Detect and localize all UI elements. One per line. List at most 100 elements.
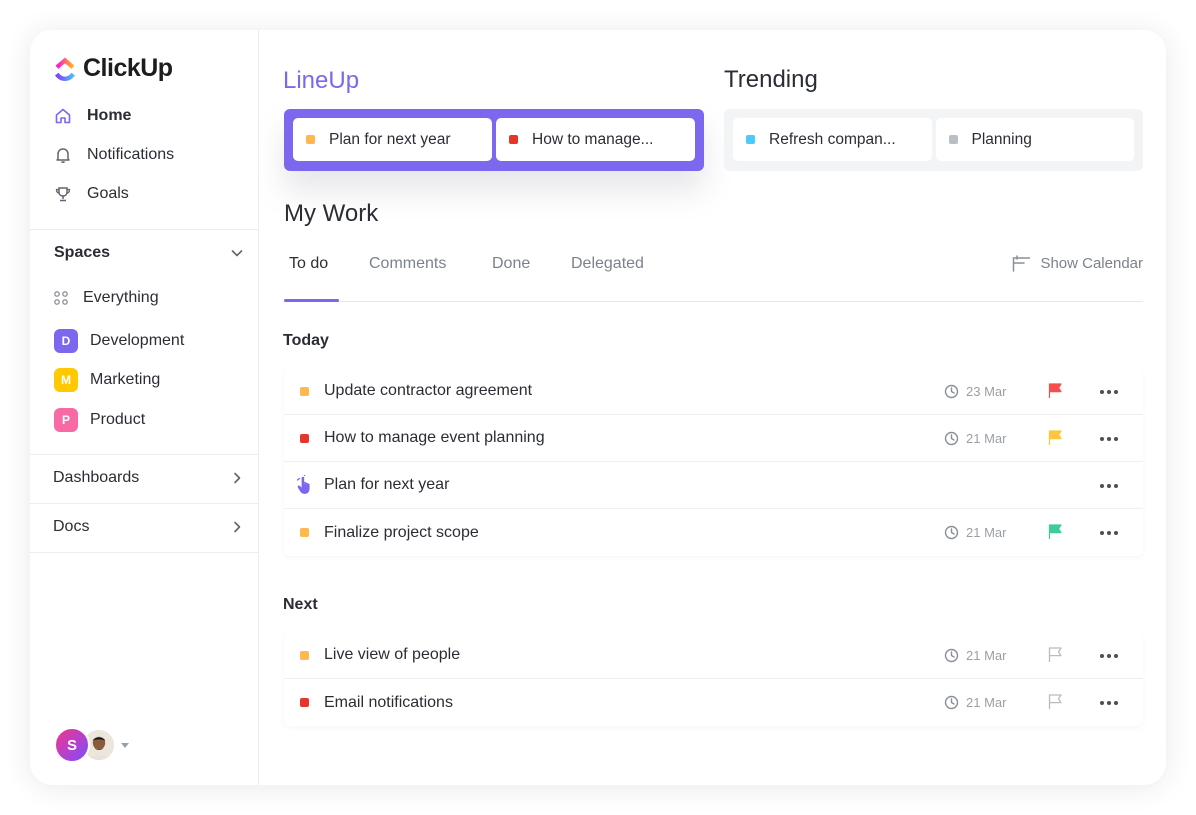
chevron-right-icon (234, 521, 241, 533)
chip-label: Planning (971, 130, 1032, 148)
docs-row[interactable]: Docs (53, 518, 244, 536)
task-date[interactable]: 21 Mar (944, 648, 1006, 663)
tab-comments[interactable]: Comments (369, 255, 446, 273)
nav-notifications[interactable]: Notifications (53, 145, 174, 165)
lineup-chip[interactable]: How to manage... (496, 118, 695, 161)
task-date[interactable]: 23 Mar (944, 384, 1006, 399)
status-square[interactable] (300, 434, 309, 443)
nav-goals[interactable]: Goals (53, 184, 129, 204)
flag-icon[interactable] (1047, 429, 1064, 446)
calendar-icon (1012, 255, 1031, 272)
space-everything[interactable]: Everything (53, 289, 159, 307)
status-square (306, 135, 315, 144)
status-square (509, 135, 518, 144)
task-row[interactable]: How to manage event planning 21 Mar (284, 415, 1143, 462)
task-name[interactable]: Plan for next year (324, 476, 449, 494)
lineup-panel: Plan for next year How to manage... (284, 109, 704, 171)
dashboards-label: Dashboards (53, 469, 140, 486)
more-options-icon[interactable] (1100, 646, 1118, 666)
task-name[interactable]: Email notifications (324, 694, 453, 712)
tab-todo[interactable]: To do (289, 255, 328, 273)
home-icon (53, 106, 73, 126)
tab-done[interactable]: Done (492, 255, 530, 273)
status-square[interactable] (300, 387, 309, 396)
tab-delegated[interactable]: Delegated (571, 255, 644, 273)
app-window: ClickUp Home Notifications Goals Spaces (30, 30, 1166, 785)
chip-label: How to manage... (532, 130, 654, 148)
mywork-title: My Work (284, 200, 379, 227)
trending-chip[interactable]: Refresh compan... (733, 118, 932, 161)
trending-chip[interactable]: Planning (935, 118, 1134, 161)
status-square[interactable] (300, 528, 309, 537)
sidebar: ClickUp Home Notifications Goals Spaces (30, 30, 259, 785)
more-options-icon[interactable] (1100, 476, 1118, 496)
task-row[interactable]: Finalize project scope 21 Mar (284, 509, 1143, 556)
space-marketing[interactable]: M Marketing (54, 368, 160, 392)
flag-outline-icon[interactable] (1047, 693, 1064, 710)
status-square[interactable] (300, 698, 309, 707)
space-badge: M (54, 368, 78, 392)
everything-label: Everything (83, 289, 159, 306)
sidebar-divider (30, 454, 259, 455)
task-date[interactable]: 21 Mar (944, 695, 1006, 710)
task-date[interactable]: 21 Mar (944, 431, 1006, 446)
clickup-logo[interactable]: ClickUp (53, 54, 173, 83)
caret-down-icon[interactable] (121, 742, 129, 748)
chevron-right-icon (234, 472, 241, 484)
task-row[interactable]: Live view of people 21 Mar (284, 632, 1143, 679)
space-label: Marketing (90, 371, 161, 388)
task-date-label: 21 Mar (966, 647, 1007, 663)
mywork-tabs: To do Comments Done Delegated Show Calen… (284, 252, 1143, 302)
chevron-down-icon[interactable] (230, 246, 244, 260)
status-square (746, 135, 755, 144)
status-square[interactable] (300, 651, 309, 660)
task-name[interactable]: How to manage event planning (324, 429, 545, 447)
lineup-chip[interactable]: Plan for next year (293, 118, 492, 161)
space-badge: P (54, 408, 78, 432)
task-row[interactable]: Plan for next year (284, 462, 1143, 509)
task-name[interactable]: Live view of people (324, 646, 460, 664)
chip-label: Refresh compan... (769, 130, 896, 148)
show-calendar-button[interactable]: Show Calendar (1012, 255, 1143, 272)
task-date-label: 23 Mar (966, 383, 1007, 399)
drag-hand-icon[interactable] (296, 474, 314, 500)
task-row[interactable]: Update contractor agreement 23 Mar (284, 368, 1143, 415)
flag-outline-icon[interactable] (1047, 646, 1064, 663)
space-development[interactable]: D Development (54, 329, 184, 353)
flag-icon[interactable] (1047, 523, 1064, 540)
clock-icon (944, 384, 959, 399)
user-menu[interactable]: S (54, 727, 129, 763)
task-date[interactable]: 21 Mar (944, 525, 1006, 540)
spaces-label: Spaces (54, 244, 111, 261)
more-options-icon[interactable] (1100, 693, 1118, 713)
more-options-icon[interactable] (1100, 382, 1118, 402)
sidebar-divider (30, 552, 259, 553)
spaces-header[interactable]: Spaces (54, 244, 244, 262)
space-label: Development (90, 332, 185, 349)
task-list-next: Live view of people 21 Mar Email notific… (284, 632, 1143, 726)
avatar: S (54, 727, 90, 763)
task-date-label: 21 Mar (966, 695, 1007, 710)
clock-icon (944, 648, 959, 663)
dashboards-row[interactable]: Dashboards (53, 469, 244, 487)
active-tab-indicator (284, 299, 339, 302)
more-options-icon[interactable] (1100, 523, 1118, 543)
nav-home[interactable]: Home (53, 106, 131, 126)
lineup-title: LineUp (283, 67, 360, 94)
docs-label: Docs (53, 518, 90, 535)
clock-icon (944, 695, 959, 710)
nav-goals-label: Goals (87, 185, 129, 202)
trending-title: Trending (724, 66, 818, 93)
chip-label: Plan for next year (329, 130, 451, 148)
nav-home-label: Home (87, 107, 132, 124)
task-name[interactable]: Finalize project scope (324, 524, 479, 542)
task-name[interactable]: Update contractor agreement (324, 382, 532, 400)
space-product[interactable]: P Product (54, 408, 145, 432)
task-row[interactable]: Email notifications 21 Mar (284, 679, 1143, 726)
grid-dots-icon (54, 291, 68, 305)
task-date-label: 21 Mar (966, 430, 1007, 446)
flag-icon[interactable] (1047, 382, 1064, 399)
group-label-next: Next (283, 596, 318, 613)
task-list-today: Update contractor agreement 23 Mar How t… (284, 368, 1143, 556)
more-options-icon[interactable] (1100, 429, 1118, 449)
